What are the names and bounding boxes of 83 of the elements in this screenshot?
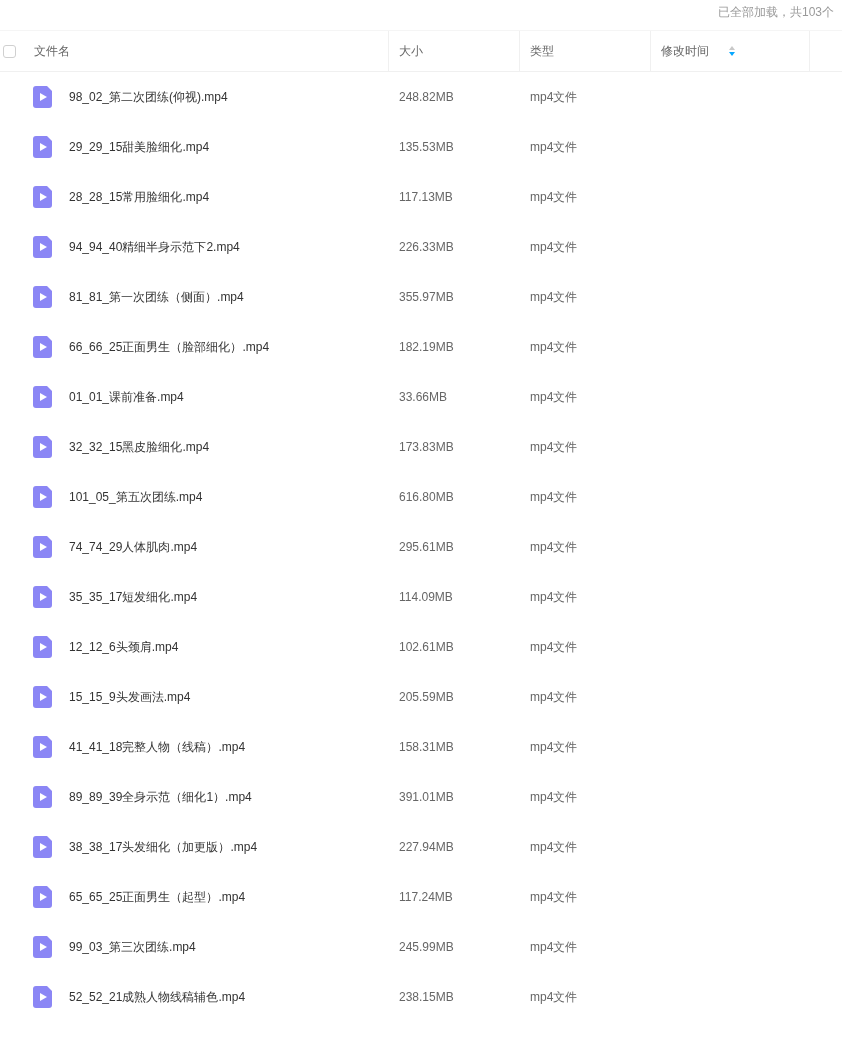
video-file-icon: [33, 586, 53, 608]
file-name[interactable]: 12_12_6头颈肩.mp4: [69, 638, 179, 656]
video-file-icon: [33, 86, 53, 108]
file-size: 226.33MB: [399, 240, 454, 254]
video-file-icon: [33, 736, 53, 758]
video-file-icon: [33, 886, 53, 908]
video-file-icon: [33, 786, 53, 808]
column-header[interactable]: 类型: [530, 42, 554, 60]
file-type: mp4文件: [530, 690, 578, 704]
file-size: 616.80MB: [399, 490, 454, 504]
video-file-icon: [33, 936, 53, 958]
file-size: 182.19MB: [399, 340, 454, 354]
video-file-icon: [33, 386, 53, 408]
video-file-icon: [33, 286, 53, 308]
video-file-icon: [33, 436, 53, 458]
column-header[interactable]: 修改时间: [661, 42, 709, 60]
file-type: mp4文件: [530, 590, 578, 604]
video-file-icon: [33, 336, 53, 358]
video-file-icon: [33, 836, 53, 858]
file-size: 238.15MB: [399, 990, 454, 1004]
file-size: 205.59MB: [399, 690, 454, 704]
file-type: mp4文件: [530, 90, 578, 104]
file-type: mp4文件: [530, 640, 578, 654]
file-name[interactable]: 66_66_25正面男生（脸部细化）.mp4: [69, 338, 270, 356]
file-name[interactable]: 65_65_25正面男生（起型）.mp4: [69, 888, 246, 906]
file-name[interactable]: 01_01_课前准备.mp4: [69, 388, 184, 406]
file-name[interactable]: 74_74_29人体肌肉.mp4: [69, 538, 198, 556]
file-size: 355.97MB: [399, 290, 454, 304]
file-size: 135.53MB: [399, 140, 454, 154]
sort-icon[interactable]: [729, 46, 735, 56]
file-size: 391.01MB: [399, 790, 454, 804]
file-type: mp4文件: [530, 190, 578, 204]
file-size: 117.24MB: [399, 890, 453, 904]
column-header[interactable]: 大小: [399, 42, 423, 60]
video-file-icon: [33, 536, 53, 558]
file-type: mp4文件: [530, 240, 578, 254]
file-type: mp4文件: [530, 390, 578, 404]
file-name[interactable]: 99_03_第三次团练.mp4: [69, 938, 196, 956]
file-size: 173.83MB: [399, 440, 454, 454]
video-file-icon: [33, 636, 53, 658]
file-name[interactable]: 28_28_15常用脸细化.mp4: [69, 188, 210, 206]
file-size: 245.99MB: [399, 940, 454, 954]
file-type: mp4文件: [530, 490, 578, 504]
file-name[interactable]: 98_02_第二次团练(仰视).mp4: [69, 88, 228, 106]
file-name[interactable]: 101_05_第五次团练.mp4: [69, 488, 203, 506]
video-file-icon: [33, 486, 53, 508]
file-count: 已全部加载，共103个: [717, 4, 834, 21]
file-name[interactable]: 89_89_39全身示范（细化1）.mp4: [69, 788, 252, 806]
video-file-icon: [33, 186, 53, 208]
file-size: 33.66MB: [399, 390, 448, 404]
file-name[interactable]: 94_94_40精细半身示范下2.mp4: [69, 238, 240, 256]
file-type: mp4文件: [530, 340, 578, 354]
file-name[interactable]: 52_52_21成熟人物线稿辅色.mp4: [69, 988, 246, 1006]
file-name[interactable]: 32_32_15黑皮脸细化.mp4: [69, 438, 210, 456]
file-size: 117.13MB: [399, 190, 453, 204]
video-file-icon: [33, 236, 53, 258]
video-file-icon: [33, 136, 53, 158]
file-type: mp4文件: [530, 140, 578, 154]
file-size: 227.94MB: [399, 840, 454, 854]
file-type: mp4文件: [530, 440, 578, 454]
video-file-icon: [33, 686, 53, 708]
file-name[interactable]: 35_35_17短发细化.mp4: [69, 588, 198, 606]
select-all-checkbox[interactable]: [3, 44, 16, 58]
video-file-icon: [33, 986, 53, 1008]
file-type: mp4文件: [530, 790, 578, 804]
file-name[interactable]: 29_29_15甜美脸细化.mp4: [69, 138, 210, 156]
file-type: mp4文件: [530, 840, 578, 854]
file-size: 102.61MB: [399, 640, 454, 654]
file-size: 114.09MB: [399, 590, 453, 604]
file-type: mp4文件: [530, 290, 578, 304]
file-size: 248.82MB: [399, 90, 454, 104]
file-name[interactable]: 38_38_17头发细化（加更版）.mp4: [69, 838, 258, 856]
file-type: mp4文件: [530, 890, 578, 904]
file-type: mp4文件: [530, 540, 578, 554]
file-size: 295.61MB: [399, 540, 454, 554]
file-type: mp4文件: [530, 940, 578, 954]
column-header[interactable]: 文件名: [34, 42, 70, 60]
file-size: 158.31MB: [399, 740, 454, 754]
file-name[interactable]: 81_81_第一次团练（侧面）.mp4: [69, 288, 244, 306]
file-type: mp4文件: [530, 740, 578, 754]
file-name[interactable]: 41_41_18完整人物（线稿）.mp4: [69, 738, 246, 756]
file-type: mp4文件: [530, 990, 578, 1004]
file-name[interactable]: 15_15_9头发画法.mp4: [69, 688, 191, 706]
